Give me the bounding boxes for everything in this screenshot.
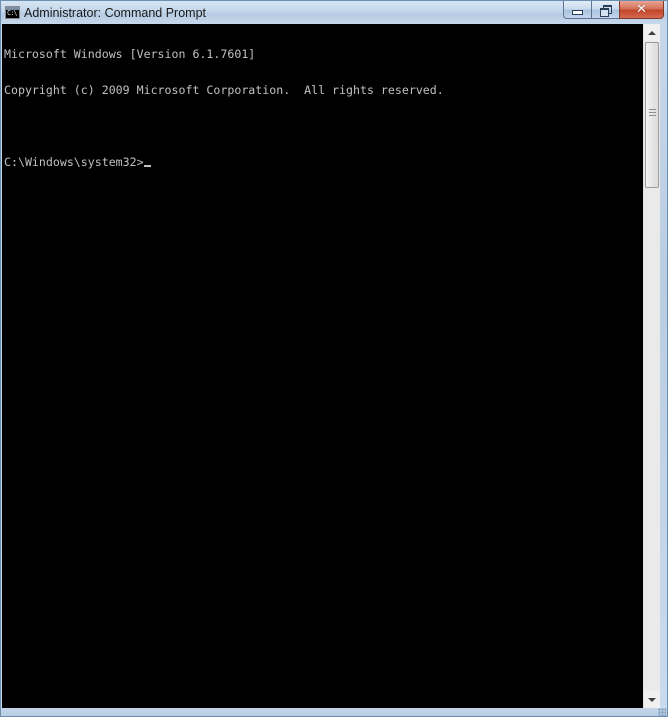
resize-grip-icon[interactable] — [658, 708, 666, 716]
window-bottom-border — [1, 708, 667, 716]
scroll-up-arrow-icon — [648, 30, 656, 35]
command-prompt-window: C:\ Administrator: Command Prompt ✕ Micr… — [0, 0, 668, 717]
console-prompt: C:\Windows\system32> — [4, 155, 144, 169]
title-bar[interactable]: C:\ Administrator: Command Prompt ✕ — [1, 1, 667, 25]
restore-button[interactable] — [591, 1, 619, 19]
console-line-version: Microsoft Windows [Version 6.1.7601] — [4, 47, 256, 61]
minimize-icon — [572, 10, 583, 15]
vertical-scrollbar[interactable] — [643, 24, 660, 708]
scroll-up-button[interactable] — [644, 24, 660, 41]
close-button[interactable]: ✕ — [619, 1, 664, 19]
text-cursor — [143, 165, 151, 167]
console-output[interactable]: Microsoft Windows [Version 6.1.7601] Cop… — [2, 24, 643, 708]
minimize-button[interactable] — [563, 1, 591, 19]
window-title: Administrator: Command Prompt — [24, 6, 207, 20]
restore-icon — [599, 4, 612, 17]
scroll-thumb-grip-icon — [649, 109, 656, 118]
console-app-icon-glyph: C:\ — [7, 9, 18, 17]
scroll-thumb[interactable] — [645, 42, 659, 188]
caption-buttons: ✕ — [563, 1, 664, 19]
console-line-blank — [4, 120, 643, 132]
console-prompt-line[interactable]: C:\Windows\system32> — [4, 156, 643, 168]
close-icon: ✕ — [636, 2, 647, 17]
console-line-copyright: Copyright (c) 2009 Microsoft Corporation… — [4, 83, 444, 97]
console-app-icon[interactable]: C:\ — [5, 6, 20, 19]
scroll-down-button[interactable] — [644, 691, 660, 708]
scroll-down-arrow-icon — [648, 697, 656, 702]
console-text: Microsoft Windows [Version 6.1.7601] Cop… — [2, 24, 643, 192]
